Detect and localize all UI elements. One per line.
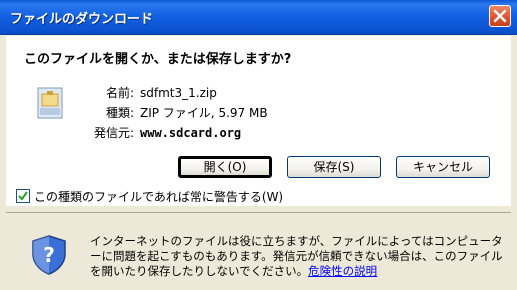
file-type-row: 種類: ZIP ファイル, 5.97 MB [76, 104, 268, 121]
close-button[interactable] [489, 5, 511, 27]
file-type-label: 種類: [105, 106, 134, 120]
title-bar[interactable]: ファイルのダウンロード [0, 0, 517, 35]
zip-file-icon [37, 87, 63, 119]
file-name-row: 名前: sdfmt3_1.zip [76, 84, 217, 101]
file-download-dialog: ファイルのダウンロード このファイルを開くか、または保存しますか? 名前: sdf… [0, 0, 517, 290]
file-source-value: www.sdcard.org [140, 126, 242, 140]
shield-question-icon: ? [32, 235, 66, 275]
open-button[interactable]: 開く(O) [178, 156, 272, 178]
download-question: このファイルを開くか、または保存しますか? [24, 52, 292, 67]
divider [6, 212, 511, 213]
file-source-row: 発信元: www.sdcard.org [76, 124, 241, 141]
checkmark-icon [18, 191, 28, 201]
window-title: ファイルのダウンロード [10, 12, 154, 27]
always-warn-checkbox-row[interactable]: この種類のファイルであれば常に警告する(W) [16, 188, 283, 205]
file-source-label: 発信元: [93, 126, 134, 140]
always-warn-label: この種類のファイルであれば常に警告する(W) [34, 190, 284, 204]
save-button[interactable]: 保存(S) [287, 156, 381, 178]
file-name-label: 名前: [105, 86, 134, 100]
cancel-button[interactable]: キャンセル [396, 156, 490, 178]
risk-explanation-link[interactable]: 危険性の説明 [308, 264, 377, 278]
dialog-content: このファイルを開くか、または保存しますか? 名前: sdfmt3_1.zip 種類… [6, 36, 511, 206]
security-warning: インターネットのファイルは役に立ちますが、ファイルによってはコンピューターに問題… [90, 234, 510, 279]
security-warning-text: インターネットのファイルは役に立ちますが、ファイルによってはコンピューターに問題… [90, 234, 503, 278]
close-icon [493, 9, 507, 23]
svg-text:?: ? [43, 243, 55, 267]
file-name-value: sdfmt3_1.zip [140, 86, 217, 100]
file-type-value: ZIP ファイル, 5.97 MB [140, 106, 268, 120]
always-warn-checkbox[interactable] [16, 189, 30, 203]
